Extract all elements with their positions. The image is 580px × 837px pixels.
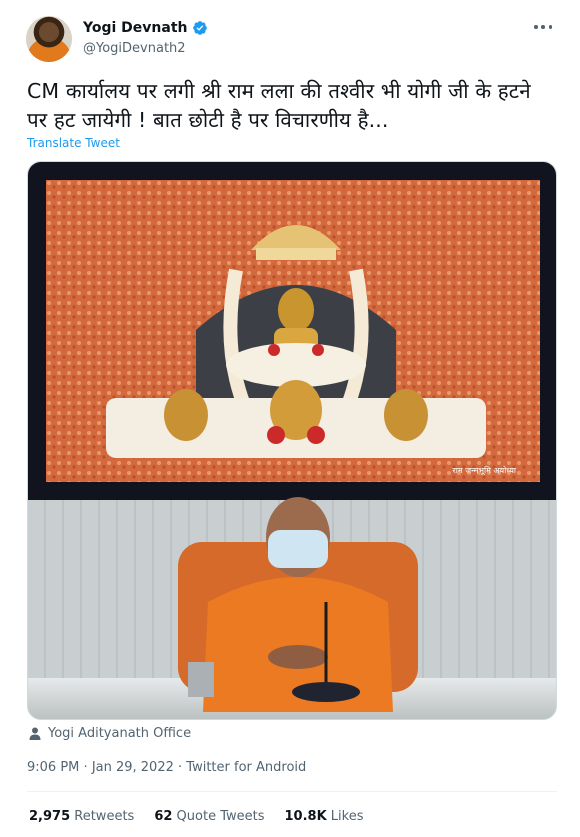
location-tag[interactable]: Yogi Adityanath Office: [29, 726, 191, 741]
person-icon: [29, 727, 41, 740]
divider: [27, 791, 557, 792]
retweets-count: 2,975: [29, 809, 71, 824]
tweet-text-line-1: CM कार्यालय पर लगी श्री राम लला की तश्वी…: [27, 79, 531, 103]
tweet-time[interactable]: 9:06 PM: [27, 760, 79, 775]
quote-tweets-label: Quote Tweets: [176, 809, 265, 824]
seated-person-image: [178, 497, 418, 712]
tweet-card: Yogi Devnath @YogiDevnath2 CM कार्यालय प…: [0, 0, 580, 837]
author-display-name[interactable]: Yogi Devnath: [83, 20, 187, 36]
tweet-date[interactable]: Jan 29, 2022: [92, 760, 174, 775]
engagement-stats: 2,975 Retweets 62 Quote Tweets 10.8K Lik…: [29, 809, 364, 824]
author-name-row: Yogi Devnath: [83, 20, 208, 36]
tweet-text-line-2: पर हट जायेगी ! बात छोटी है पर विचारणीय ह…: [27, 108, 389, 132]
retweets-label: Retweets: [74, 809, 135, 824]
tweet-photo[interactable]: राम जन्मभूमि अयोध्या: [27, 161, 557, 720]
shrine-image: राम जन्मभूमि अयोध्या: [46, 180, 540, 482]
more-options-icon[interactable]: [534, 24, 552, 30]
tv-screen: राम जन्मभूमि अयोध्या: [28, 162, 556, 500]
quote-tweets-count: 62: [154, 809, 173, 824]
meta-separator: ·: [83, 760, 88, 775]
likes-count: 10.8K: [284, 809, 327, 824]
likes-stat[interactable]: 10.8K Likes: [285, 809, 364, 824]
meta-separator: ·: [178, 760, 183, 775]
location-label: Yogi Adityanath Office: [48, 726, 192, 741]
tweet-source[interactable]: Twitter for Android: [186, 760, 306, 775]
verified-badge-icon: [193, 21, 208, 35]
tweet-meta: 9:06 PM · Jan 29, 2022 · Twitter for And…: [27, 760, 306, 775]
author-handle[interactable]: @YogiDevnath2: [83, 41, 186, 56]
retweets-stat[interactable]: 2,975 Retweets: [29, 809, 134, 824]
author-avatar[interactable]: [26, 16, 72, 62]
quote-tweets-stat[interactable]: 62 Quote Tweets: [154, 809, 264, 824]
screen-watermark: राम जन्मभूमि अयोध्या: [452, 465, 516, 476]
translate-tweet-link[interactable]: Translate Tweet: [27, 136, 120, 150]
tweet-text: CM कार्यालय पर लगी श्री राम लला की तश्वी…: [27, 77, 567, 135]
likes-label: Likes: [330, 809, 364, 824]
